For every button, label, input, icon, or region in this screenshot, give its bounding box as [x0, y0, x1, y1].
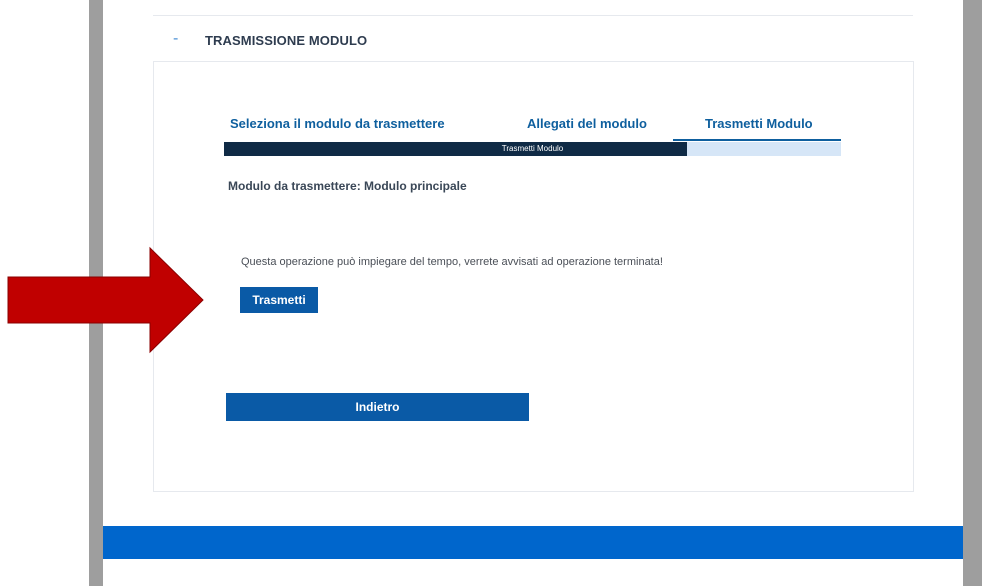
progress-label: Trasmetti Modulo — [501, 144, 564, 153]
top-divider — [153, 15, 913, 16]
active-tab-indicator — [673, 139, 841, 141]
tab-select-module[interactable]: Seleziona il modulo da trasmettere — [230, 116, 445, 131]
progress-bar: Trasmetti Modulo — [224, 142, 841, 156]
footer-band — [103, 526, 963, 559]
operation-notice: Questa operazione può impiegare del temp… — [241, 256, 663, 268]
tab-transmit-module[interactable]: Trasmetti Modulo — [705, 116, 813, 131]
red-arrow-icon — [7, 246, 204, 354]
section-header[interactable]: - TRASMISSIONE MODULO — [153, 22, 913, 60]
collapse-icon[interactable]: - — [173, 29, 178, 49]
section-title: TRASMISSIONE MODULO — [205, 33, 368, 48]
transmit-button[interactable]: Trasmetti — [240, 287, 318, 313]
module-to-transmit-label: Modulo da trasmettere: Modulo principale — [228, 179, 467, 193]
back-button[interactable]: Indietro — [226, 393, 529, 421]
tab-module-attachments[interactable]: Allegati del modulo — [527, 116, 647, 131]
right-border-bar — [963, 0, 982, 586]
